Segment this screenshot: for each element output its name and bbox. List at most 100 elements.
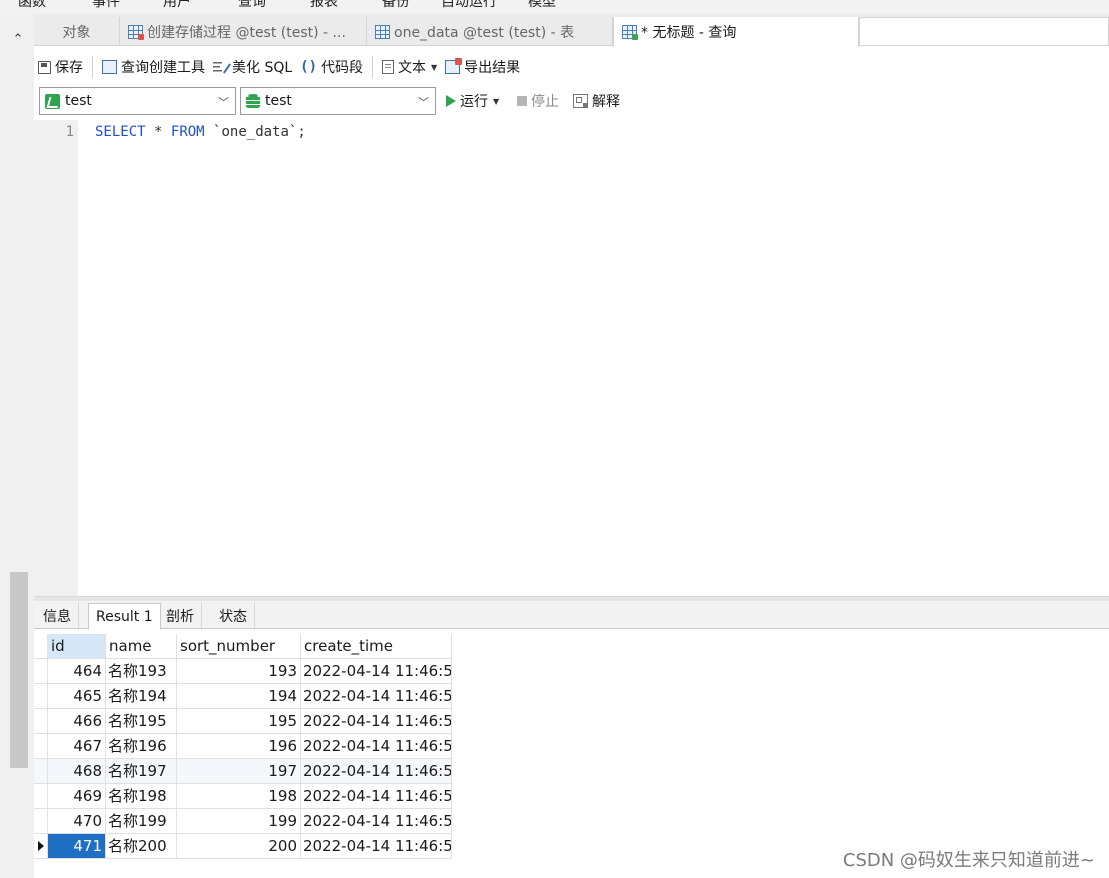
cell-sort-number[interactable]: 194 xyxy=(177,684,301,709)
table-red-icon xyxy=(128,24,144,40)
menu-item-reports[interactable]: 报表 xyxy=(310,0,338,11)
row-marker[interactable] xyxy=(34,659,48,684)
cell-name[interactable]: 名称195 xyxy=(106,709,177,734)
play-icon xyxy=(446,95,456,107)
menu-item-backup[interactable]: 备份 xyxy=(382,0,410,11)
column-header-name[interactable]: name xyxy=(106,634,177,659)
tab-create-procedure[interactable]: 创建存储过程 @test (test) - ... xyxy=(120,17,367,46)
query-toolbar: 保存 查询创建工具 美化 SQL () 代码段 文本 ▼ 导出结果 xyxy=(34,50,1109,84)
menu-item-automation[interactable]: 自动运行 xyxy=(441,0,497,11)
cell-create-time[interactable]: 2022-04-14 11:46:51 xyxy=(301,734,452,759)
tab-one-data-table-label: one_data @test (test) - 表 xyxy=(394,24,575,41)
stop-icon xyxy=(517,96,527,106)
run-button[interactable]: 运行 ▼ xyxy=(446,87,499,115)
beautify-sql-button[interactable]: 美化 SQL xyxy=(209,53,296,81)
cell-sort-number[interactable]: 199 xyxy=(177,809,301,834)
menu-item-functions[interactable]: 函数 xyxy=(18,0,46,11)
cell-name[interactable]: 名称196 xyxy=(106,734,177,759)
sql-star: * xyxy=(154,124,163,140)
tab-result-1-label: Result 1 xyxy=(96,608,153,625)
cell-create-time[interactable]: 2022-04-14 11:46:51 xyxy=(301,834,452,859)
menu-item-query[interactable]: 查询 xyxy=(238,0,266,11)
code-snippet-button[interactable]: () 代码段 xyxy=(296,53,367,81)
cell-name[interactable]: 名称199 xyxy=(106,809,177,834)
text-dropdown-button[interactable]: 文本 ▼ xyxy=(378,53,441,81)
cell-sort-number[interactable]: 195 xyxy=(177,709,301,734)
tab-info[interactable]: 信息 xyxy=(36,603,79,629)
cell-create-time[interactable]: 2022-04-14 11:46:51 xyxy=(301,784,452,809)
column-header-create-time[interactable]: create_time xyxy=(301,634,452,659)
dropdown-caret-icon[interactable]: ▼ xyxy=(493,97,499,106)
result-tab-bar: 信息 Result 1 剖析 状态 xyxy=(34,601,1109,630)
tab-profile[interactable]: 剖析 xyxy=(159,603,202,629)
cell-id[interactable]: 464 xyxy=(48,659,106,684)
cell-sort-number[interactable]: 198 xyxy=(177,784,301,809)
row-marker[interactable] xyxy=(34,684,48,709)
tab-profile-label: 剖析 xyxy=(166,609,194,625)
menu-item-events[interactable]: 事件 xyxy=(92,0,120,11)
query-builder-button[interactable]: 查询创建工具 xyxy=(98,53,209,81)
export-results-button[interactable]: 导出结果 xyxy=(441,53,524,81)
row-marker[interactable] xyxy=(34,759,48,784)
cell-id[interactable]: 471 xyxy=(48,834,106,859)
row-marker[interactable] xyxy=(34,809,48,834)
database-select[interactable]: test ﹀ xyxy=(240,87,436,115)
cell-sort-number[interactable]: 196 xyxy=(177,734,301,759)
cell-id[interactable]: 465 xyxy=(48,684,106,709)
tab-create-procedure-label: 创建存储过程 @test (test) - ... xyxy=(147,24,346,41)
tab-result-1[interactable]: Result 1 xyxy=(88,603,161,630)
row-marker[interactable] xyxy=(34,784,48,809)
collapse-chevron-up-icon[interactable]: ⌃ xyxy=(10,32,26,48)
save-label: 保存 xyxy=(55,60,83,76)
left-scrollbar-thumb[interactable] xyxy=(10,572,28,768)
document-icon xyxy=(382,60,395,74)
sql-keyword-from: FROM xyxy=(170,124,205,140)
menu-item-users[interactable]: 用户 xyxy=(163,0,191,11)
cell-sort-number[interactable]: 200 xyxy=(177,834,301,859)
tab-objects[interactable]: 对象 xyxy=(34,17,120,46)
cell-name[interactable]: 名称198 xyxy=(106,784,177,809)
explain-label: 解释 xyxy=(592,94,620,110)
tab-one-data-table[interactable]: one_data @test (test) - 表 xyxy=(367,17,613,46)
cell-name[interactable]: 名称194 xyxy=(106,684,177,709)
tab-status[interactable]: 状态 xyxy=(212,603,255,629)
cell-create-time[interactable]: 2022-04-14 11:46:51 xyxy=(301,809,452,834)
cell-name[interactable]: 名称197 xyxy=(106,759,177,784)
cell-name[interactable]: 名称200 xyxy=(106,834,177,859)
connection-value: test xyxy=(65,93,92,109)
query-green-icon xyxy=(622,25,638,40)
cell-create-time[interactable]: 2022-04-14 11:46:51 xyxy=(301,659,452,684)
query-builder-icon xyxy=(102,60,117,74)
connection-select[interactable]: test ﹀ xyxy=(39,87,236,115)
cell-id[interactable]: 469 xyxy=(48,784,106,809)
row-marker[interactable] xyxy=(34,734,48,759)
connection-selector-row: test ﹀ test ﹀ 运行 ▼ 停止 解释 xyxy=(34,86,1109,116)
cell-create-time[interactable]: 2022-04-14 11:46:51 xyxy=(301,684,452,709)
line-number: 1 xyxy=(65,124,74,140)
column-header-id[interactable]: id xyxy=(48,634,106,659)
sql-code-line[interactable]: SELECT * FROM `one_data`; xyxy=(95,124,306,140)
cell-id[interactable]: 466 xyxy=(48,709,106,734)
row-marker[interactable] xyxy=(34,709,48,734)
tab-untitled-query[interactable]: * 无标题 - 查询 xyxy=(613,17,859,47)
cell-create-time[interactable]: 2022-04-14 11:46:51 xyxy=(301,759,452,784)
export-results-label: 导出结果 xyxy=(464,60,521,76)
stop-button[interactable]: 停止 xyxy=(517,87,559,115)
query-builder-label: 查询创建工具 xyxy=(121,60,205,76)
line-number-gutter: 1 xyxy=(34,120,78,596)
column-header-sort-number[interactable]: sort_number xyxy=(177,634,301,659)
cell-name[interactable]: 名称193 xyxy=(106,659,177,684)
sql-editor[interactable]: 1 SELECT * FROM `one_data`; xyxy=(34,120,1109,596)
menu-item-model[interactable]: 模型 xyxy=(528,0,556,11)
row-marker[interactable] xyxy=(34,834,48,859)
tab-status-label: 状态 xyxy=(219,609,247,625)
cell-create-time[interactable]: 2022-04-14 11:46:51 xyxy=(301,709,452,734)
save-button[interactable]: 保存 xyxy=(34,53,87,81)
cell-id[interactable]: 470 xyxy=(48,809,106,834)
cell-sort-number[interactable]: 193 xyxy=(177,659,301,684)
explain-button[interactable]: 解释 xyxy=(573,87,620,115)
current-row-arrow-icon xyxy=(38,841,44,851)
cell-id[interactable]: 468 xyxy=(48,759,106,784)
cell-sort-number[interactable]: 197 xyxy=(177,759,301,784)
cell-id[interactable]: 467 xyxy=(48,734,106,759)
